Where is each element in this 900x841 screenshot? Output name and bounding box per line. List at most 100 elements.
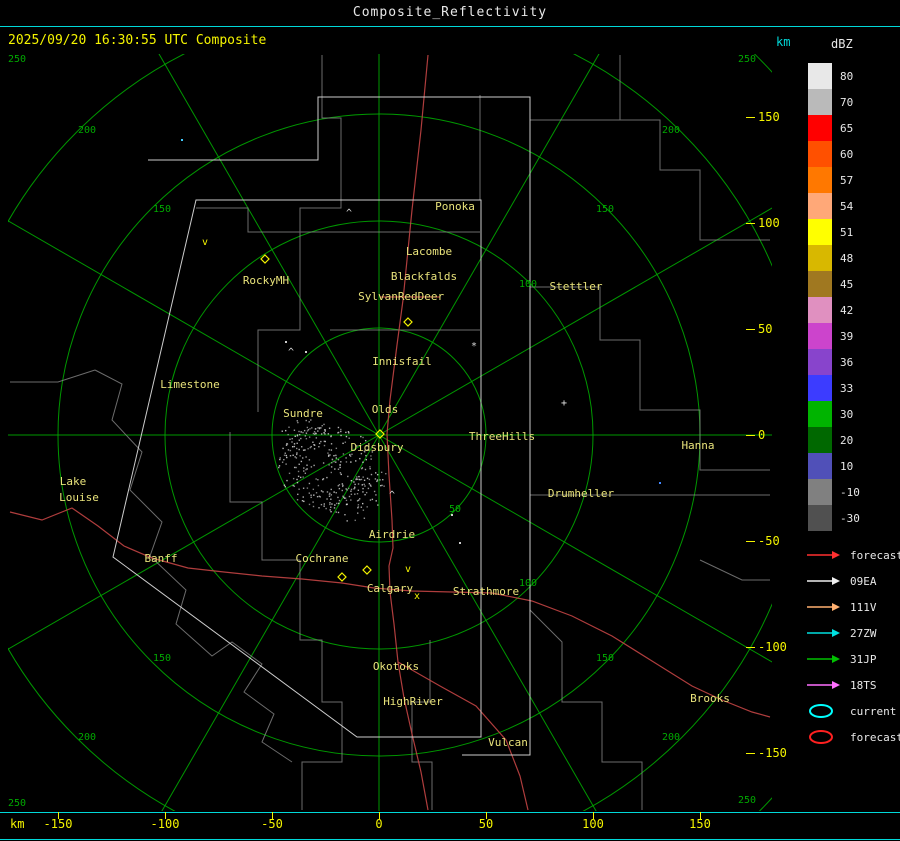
echo-pixel <box>293 485 294 486</box>
echo-pixel <box>306 432 307 433</box>
legend-ellipse-row: current <box>806 698 900 724</box>
echo-pixel <box>313 489 314 490</box>
echo-pixel <box>305 469 306 470</box>
city-label: Olds <box>372 403 399 416</box>
echo-pixel <box>357 512 358 513</box>
echo-pixel <box>309 421 310 422</box>
ellipse-icon <box>806 703 842 719</box>
right-tick-label: 150 <box>758 110 780 124</box>
range-label: 100 <box>519 578 537 589</box>
echo-pixel <box>286 444 287 445</box>
legend-label: forecast <box>850 731 900 744</box>
echo-pixel <box>340 431 341 432</box>
echo-pixel <box>294 446 295 447</box>
colorbar-row: 42 <box>808 297 860 323</box>
echo-pixel <box>329 496 330 497</box>
echo-pixel <box>349 496 350 497</box>
echo-pixel <box>385 473 386 474</box>
colorbar-swatch <box>808 167 832 193</box>
radar-map[interactable]: 2502001501502002501001005015020025015020… <box>0 0 900 841</box>
ellipse-outline <box>810 731 832 743</box>
echo-pixel <box>335 455 336 456</box>
colorbar-swatch <box>808 193 832 219</box>
colorbar-swatch <box>808 271 832 297</box>
radar-site-icon <box>363 566 371 574</box>
echo-pixel <box>279 465 280 466</box>
echo-pixel <box>302 457 303 458</box>
echo-pixel <box>350 499 351 500</box>
echo-pixel <box>356 478 357 479</box>
echo-pixel <box>331 503 332 504</box>
echo-pixel <box>330 509 331 510</box>
arrow-icon <box>806 652 842 666</box>
echo-pixel <box>295 436 296 437</box>
right-tick-label: 0 <box>758 428 765 442</box>
v-marker-icon: v <box>202 237 208 248</box>
echo-pixel <box>299 434 300 435</box>
echo-pixel <box>346 436 347 437</box>
colorbar-value: 60 <box>840 148 853 161</box>
echo-pixel <box>342 486 343 487</box>
echo-pixel <box>345 488 346 489</box>
range-label: 150 <box>153 204 171 215</box>
right-tick-mark <box>746 117 755 118</box>
range-label: 200 <box>662 125 680 136</box>
echo-pixel <box>351 480 352 481</box>
echo-pixel <box>303 470 304 471</box>
echo-pixel <box>366 506 367 507</box>
echo-pixel <box>372 499 373 500</box>
caret-marker-icon: ^ <box>389 490 395 501</box>
echo-pixel <box>342 483 343 484</box>
right-tick-label: 100 <box>758 216 780 230</box>
echo-pixel <box>371 474 372 475</box>
bottom-axis-line <box>0 812 900 813</box>
echo-pixel <box>346 461 347 462</box>
echo-pixel <box>317 427 318 428</box>
radar-site-icon <box>338 573 346 581</box>
echo-pixel <box>304 449 305 450</box>
echo-pixel <box>339 464 340 465</box>
echo-pixel <box>285 453 286 454</box>
city-label: Strathmore <box>453 585 519 598</box>
colorbar-value: 39 <box>840 330 853 343</box>
colorbar-row: -10 <box>808 479 860 505</box>
echo-pixel <box>322 479 323 480</box>
echo-pixel <box>297 494 298 495</box>
echo-pixel <box>296 457 297 458</box>
city-label: Limestone <box>160 378 220 391</box>
city-label: HighRiver <box>383 695 443 708</box>
city-label: RockyMH <box>243 274 289 287</box>
echo-pixel <box>375 472 376 473</box>
echo-pixel <box>303 488 304 489</box>
ellipse-icon <box>806 729 842 745</box>
colorbar-row: 45 <box>808 271 860 297</box>
storm-legend: forecast09EA111V27ZW31JP18TScurrentforec… <box>806 542 900 750</box>
echo-pixel <box>345 442 346 443</box>
colorbar-value: 30 <box>840 408 853 421</box>
echo-pixel <box>303 501 304 502</box>
echo-pixel <box>362 476 363 477</box>
bottom-tick-mark <box>165 812 166 819</box>
colorbar-value: -30 <box>840 512 860 525</box>
echo-pixel <box>283 459 284 460</box>
echo-pixel <box>348 438 349 439</box>
colorbar-row: -30 <box>808 505 860 531</box>
echo-pixel <box>297 482 298 483</box>
echo-pixel <box>311 466 312 467</box>
range-label: 200 <box>78 732 96 743</box>
colorbar-value: 57 <box>840 174 853 187</box>
echo-pixel <box>362 491 363 492</box>
echo-pixel <box>333 491 334 492</box>
echo-pixel <box>306 438 307 439</box>
colorbar-value: 33 <box>840 382 853 395</box>
echo-pixel <box>370 458 371 459</box>
echo-pixel <box>309 428 310 429</box>
echo-pixel <box>339 500 340 501</box>
echo-pixel <box>377 504 378 505</box>
colorbar-swatch <box>808 479 832 505</box>
city-label: Blackfalds <box>391 270 457 283</box>
echo-pixel <box>321 490 322 491</box>
echo-pixel <box>350 461 351 462</box>
colorbar-swatch <box>808 401 832 427</box>
right-tick-mark <box>746 435 755 436</box>
